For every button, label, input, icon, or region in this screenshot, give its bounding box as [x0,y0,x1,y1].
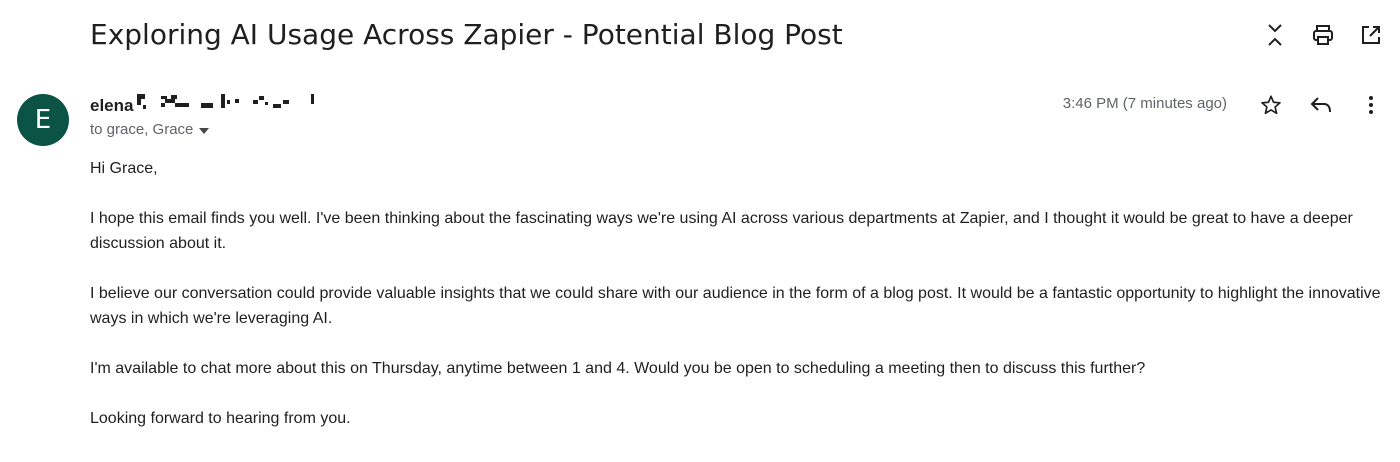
email-greeting: Hi Grace, [90,160,158,177]
print-icon[interactable] [1310,22,1336,48]
recipients-dropdown[interactable]: to grace, Grace [90,121,210,138]
email-timestamp: 3:46 PM (7 minutes ago) [1062,95,1227,112]
email-paragraph: I'm available to chat more about this on… [90,360,1146,377]
email-paragraph: I hope this email finds you well. I've b… [90,210,1353,252]
thread-actions [1262,22,1384,48]
more-vert-icon[interactable] [1358,92,1384,118]
email-body: Hi Grace, I hope this email finds you we… [90,156,1385,456]
avatar[interactable]: E [17,94,69,146]
email-closing: Looking forward to hearing from you. [90,410,351,427]
message-actions [1258,92,1384,118]
star-icon[interactable] [1258,92,1284,118]
chevron-down-icon [199,121,210,138]
collapse-all-icon[interactable] [1262,22,1288,48]
reply-icon[interactable] [1308,92,1334,118]
sender-name[interactable]: elena [90,96,133,116]
redacted-email-address [135,92,365,119]
recipients-label: to grace, Grace [90,121,194,138]
open-in-new-window-icon[interactable] [1358,22,1384,48]
email-paragraph: I believe our conversation could provide… [90,285,1381,327]
email-view: Exploring AI Usage Across Zapier - Poten… [0,0,1400,462]
email-subject: Exploring AI Usage Across Zapier - Poten… [90,18,843,51]
sender-row: elena [90,92,365,119]
